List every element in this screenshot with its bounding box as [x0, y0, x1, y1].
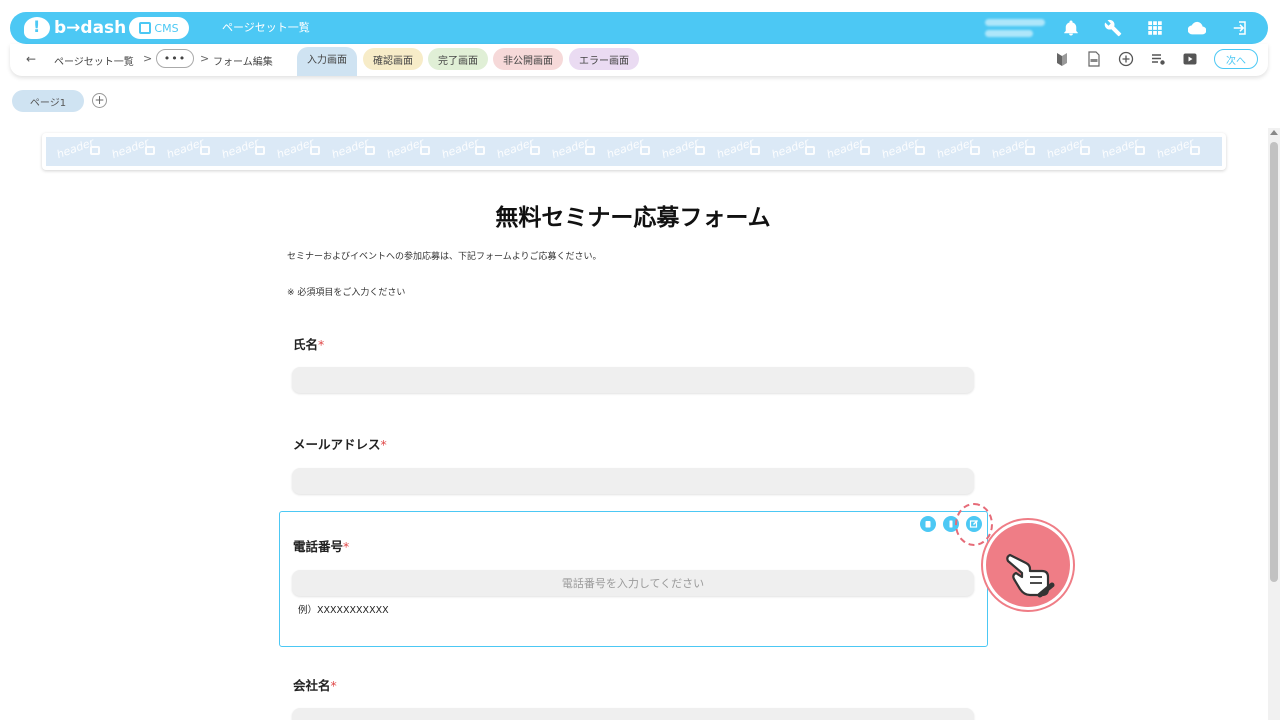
- required-mark: *: [380, 437, 387, 452]
- logout-icon[interactable]: [1228, 16, 1250, 40]
- phone-hint: 例）XXXXXXXXXXX: [298, 605, 389, 616]
- tab-error-screen[interactable]: エラー画面: [569, 48, 639, 70]
- breadcrumb-separator: >: [200, 52, 210, 65]
- next-button[interactable]: 次へ: [1214, 49, 1258, 69]
- field-label-email[interactable]: メールアドレス*: [293, 434, 387, 453]
- image-placeholder-icon: [420, 146, 430, 155]
- pointer-hand-icon: [983, 520, 1073, 610]
- header-placeholder: header header header header header header head…: [46, 137, 1222, 166]
- tab-complete-screen[interactable]: 完了画面: [428, 48, 488, 70]
- scroll-up-arrow-icon[interactable]: [1270, 130, 1278, 135]
- logo-mark-icon: [24, 17, 50, 39]
- breadcrumb-form-edit: フォーム編集: [213, 57, 273, 68]
- scroll-thumb[interactable]: [1270, 142, 1278, 582]
- image-placeholder-icon: [365, 146, 375, 155]
- image-placeholder-icon: [200, 146, 210, 155]
- image-placeholder-icon: [1135, 146, 1145, 155]
- tab-private-screen[interactable]: 非公開画面: [493, 48, 563, 70]
- image-placeholder-icon: [805, 146, 815, 155]
- image-placeholder-icon: [1080, 146, 1090, 155]
- image-placeholder-icon: [860, 146, 870, 155]
- required-mark: *: [330, 678, 337, 693]
- delete-icon[interactable]: [920, 516, 936, 532]
- form-intro-text[interactable]: セミナーおよびイベントへの参加応募は、下記フォームよりご応募ください。: [287, 249, 602, 262]
- image-placeholder-icon: [750, 146, 760, 155]
- image-placeholder-icon: [145, 146, 155, 155]
- cms-label: CMS: [154, 21, 179, 35]
- image-placeholder-icon: [1190, 146, 1200, 155]
- form-title[interactable]: 無料セミナー応募フォーム: [0, 198, 1266, 232]
- email-input[interactable]: [292, 468, 974, 494]
- bdash-logo[interactable]: b→dash: [24, 16, 126, 40]
- field-label-company[interactable]: 会社名*: [293, 675, 337, 694]
- wrench-icon[interactable]: [1102, 16, 1124, 40]
- name-input[interactable]: [292, 367, 974, 393]
- header-title: ページセット一覧: [222, 21, 310, 34]
- top-header-bar: b→dash CMS ページセット一覧: [10, 12, 1268, 44]
- field-label-phone[interactable]: 電話番号*: [293, 536, 349, 555]
- edit-icon: [139, 22, 152, 34]
- image-placeholder-icon: [695, 146, 705, 155]
- add-circle-icon[interactable]: [1118, 50, 1134, 68]
- image-placeholder-icon: [475, 146, 485, 155]
- back-arrow-icon[interactable]: ←: [26, 52, 36, 66]
- field-label-name[interactable]: 氏名*: [293, 334, 324, 353]
- click-target-highlight: [955, 503, 993, 546]
- breadcrumb-pageset-list[interactable]: ページセット一覧: [54, 53, 134, 68]
- bell-icon[interactable]: [1060, 16, 1082, 40]
- image-placeholder-icon: [255, 146, 265, 155]
- html-file-icon[interactable]: [1086, 50, 1102, 68]
- tab-input-screen[interactable]: 入力画面: [297, 47, 357, 76]
- required-mark: *: [343, 539, 350, 554]
- image-placeholder-icon: [1025, 146, 1035, 155]
- editor-toolbar: ← ページセット一覧 > ••• > フォーム編集 入力画面 確認画面 完了画面…: [10, 44, 1268, 76]
- cms-button[interactable]: CMS: [129, 17, 189, 39]
- image-placeholder-icon: [90, 146, 100, 155]
- header-block[interactable]: header header header header header header head…: [42, 133, 1226, 170]
- grid-icon[interactable]: [1144, 16, 1166, 40]
- image-placeholder-icon: [640, 146, 650, 155]
- vertical-scrollbar[interactable]: [1268, 128, 1280, 720]
- tab-confirm-screen[interactable]: 確認画面: [363, 48, 423, 70]
- breadcrumb-more-button[interactable]: •••: [156, 49, 194, 68]
- beginner-mark-icon[interactable]: [1054, 50, 1070, 68]
- image-placeholder-icon: [915, 146, 925, 155]
- company-input[interactable]: [292, 708, 974, 720]
- image-placeholder-icon: [530, 146, 540, 155]
- page-tab-1[interactable]: ページ1: [12, 90, 84, 112]
- image-placeholder-icon: [585, 146, 595, 155]
- required-mark: *: [318, 337, 325, 352]
- user-account-name[interactable]: [985, 16, 1055, 40]
- cloud-icon[interactable]: [1186, 16, 1208, 40]
- preview-play-icon[interactable]: [1182, 50, 1198, 68]
- logo-text: b→dash: [54, 18, 127, 38]
- list-settings-icon[interactable]: [1150, 50, 1166, 68]
- breadcrumb-separator: >: [143, 52, 153, 65]
- phone-input[interactable]: 電話番号を入力してください: [292, 570, 974, 596]
- required-note[interactable]: ※ 必須項目をご入力ください: [287, 285, 405, 298]
- image-placeholder-icon: [970, 146, 980, 155]
- image-placeholder-icon: [310, 146, 320, 155]
- add-page-button[interactable]: +: [92, 93, 107, 108]
